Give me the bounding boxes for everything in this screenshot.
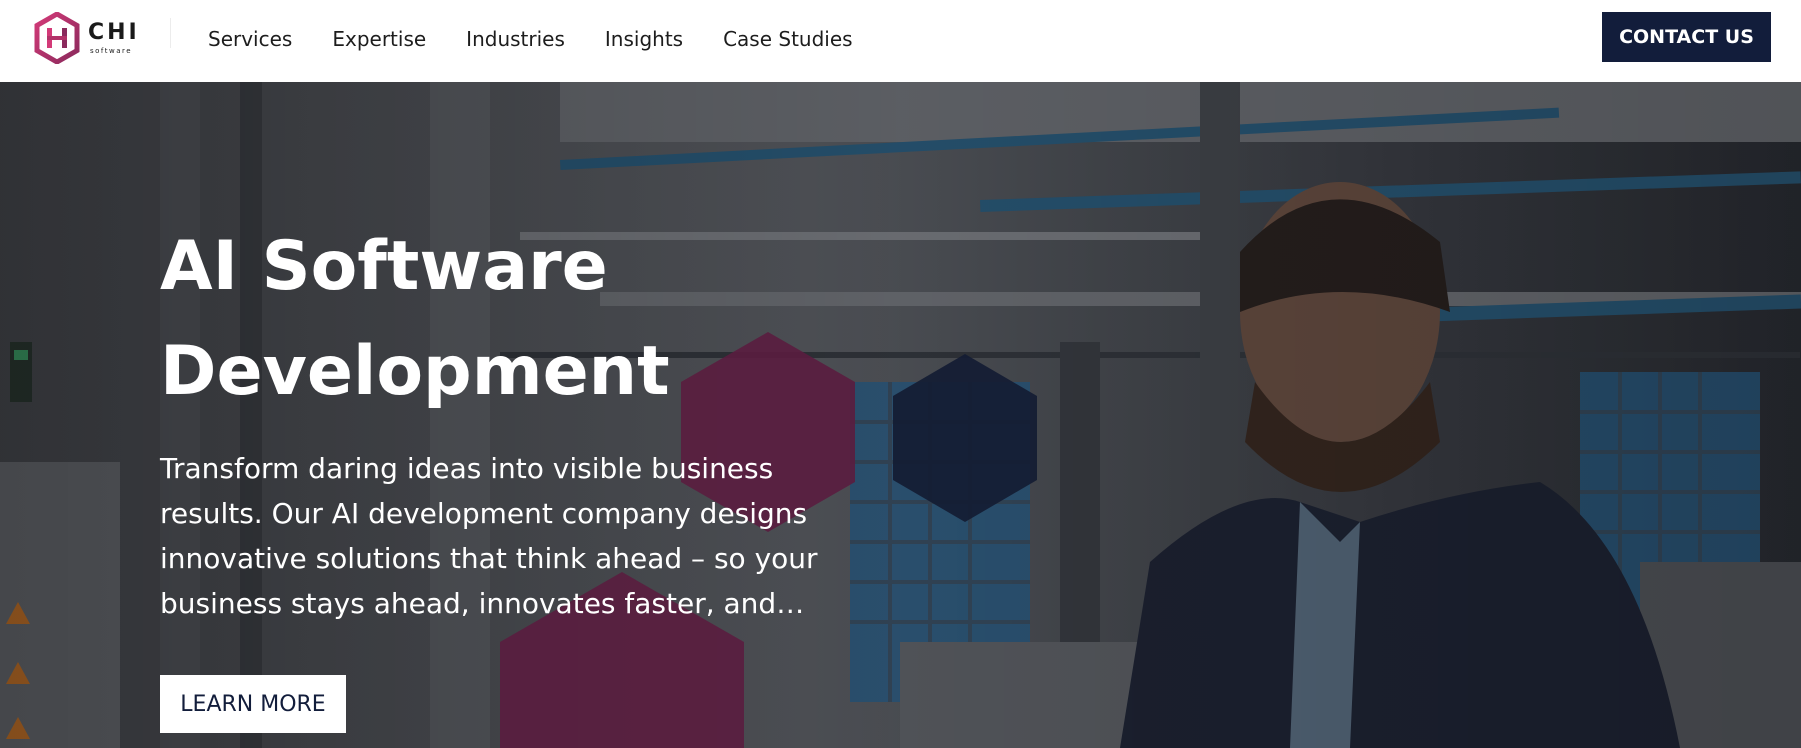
- nav-item-industries[interactable]: Industries: [466, 27, 565, 51]
- header-divider: [170, 18, 171, 48]
- nav-item-services[interactable]: Services: [208, 27, 292, 51]
- logo-wordmark: CHI software: [88, 19, 140, 55]
- chi-software-logo[interactable]: CHI software: [34, 12, 144, 64]
- hero-title-line-2: Development: [160, 332, 670, 411]
- hero-description: Transform daring ideas into visible busi…: [160, 452, 818, 620]
- learn-more-button[interactable]: LEARN MORE: [160, 675, 346, 733]
- logo-name: CHI: [88, 19, 140, 45]
- site-header: CHI software Services Expertise Industri…: [0, 0, 1801, 82]
- chi-hexagon-logo-icon: [34, 12, 80, 64]
- nav-item-case-studies[interactable]: Case Studies: [723, 27, 853, 51]
- nav-item-insights[interactable]: Insights: [605, 27, 683, 51]
- nav-item-expertise[interactable]: Expertise: [332, 27, 426, 51]
- hero-title-line-1: AI Software: [160, 227, 608, 306]
- logo-subtitle: software: [90, 46, 133, 55]
- hero-section: AI Software Development Transform daring…: [0, 82, 1801, 748]
- main-nav: Services Expertise Industries Insights C…: [208, 0, 893, 78]
- hero-title: AI Software Development: [160, 214, 920, 424]
- contact-us-button[interactable]: CONTACT US: [1602, 12, 1771, 62]
